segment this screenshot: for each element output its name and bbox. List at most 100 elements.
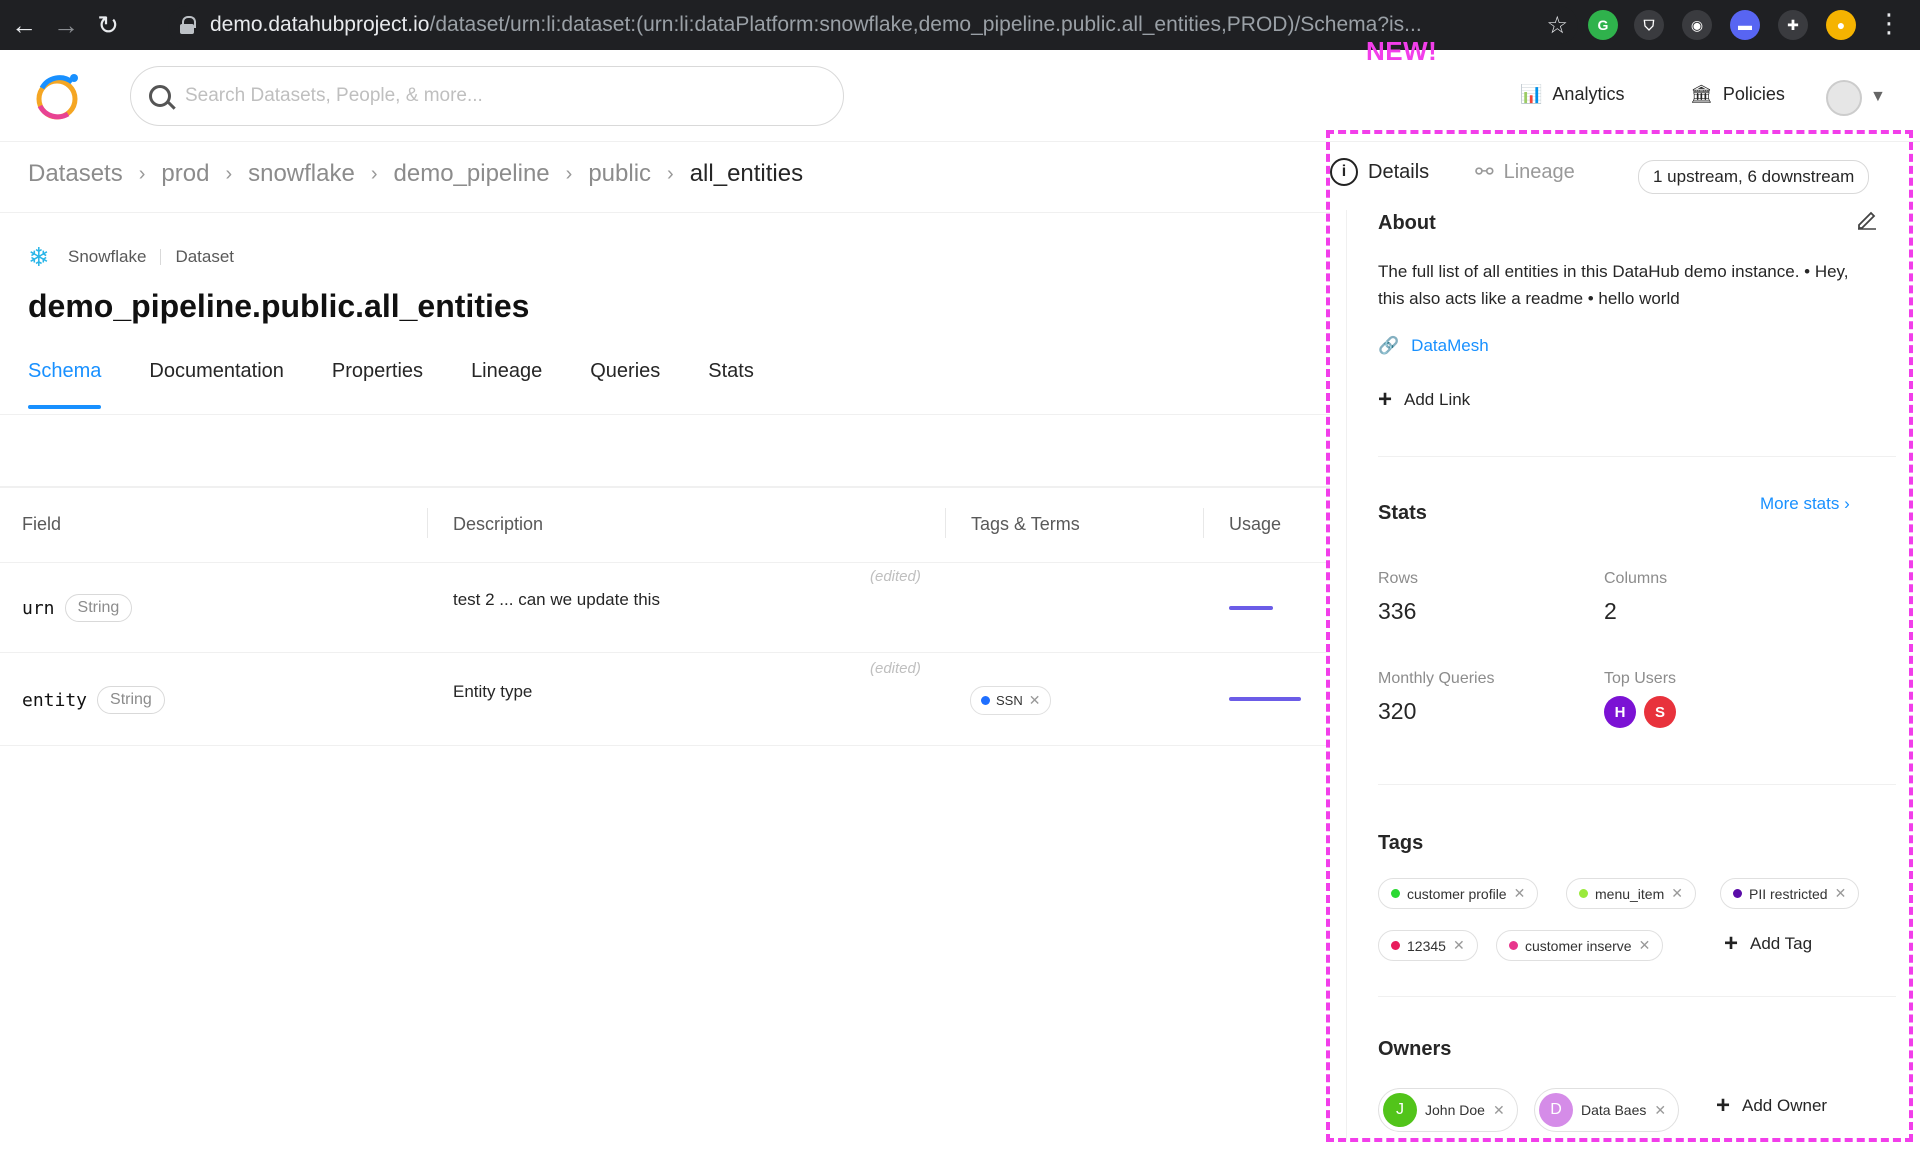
policies-link[interactable]: 🏛 Policies [1690, 84, 1785, 105]
usage-bar [1229, 697, 1301, 701]
analytics-link[interactable]: 📊 Analytics [1520, 84, 1624, 105]
close-icon[interactable]: ✕ [1835, 885, 1847, 902]
column-header-usage[interactable]: Usage [1229, 514, 1281, 535]
avatar[interactable]: H [1604, 696, 1636, 728]
table-row-field[interactable]: entity String [22, 686, 165, 714]
globe-extension-icon[interactable]: ◉ [1682, 10, 1712, 40]
bank-icon: 🏛 [1690, 84, 1713, 104]
sidebar-tab-details[interactable]: i Details [1330, 158, 1429, 186]
back-icon[interactable]: ← [6, 7, 42, 43]
new-badge: NEW! [1366, 36, 1438, 66]
chevron-right-icon: › [565, 162, 573, 185]
column-header-description[interactable]: Description [453, 514, 543, 535]
close-icon[interactable]: ✕ [1453, 937, 1465, 954]
divider [1378, 996, 1896, 997]
owner-pill[interactable]: D Data Baes ✕ [1534, 1088, 1680, 1132]
column-header-field[interactable]: Field [22, 514, 61, 535]
datamesh-link[interactable]: 🔗 DataMesh [1378, 336, 1489, 356]
tab-queries[interactable]: Queries [590, 360, 660, 383]
tag-color-dot [1391, 941, 1400, 950]
forward-icon[interactable]: → [48, 7, 84, 43]
field-description[interactable]: Entity type [453, 682, 532, 702]
tab-lineage[interactable]: Lineage [471, 360, 542, 383]
browser-toolbar: ← → ↻ demo.datahubproject.io /dataset/ur… [0, 0, 1920, 50]
lineage-summary-badge[interactable]: 1 upstream, 6 downstream [1638, 160, 1870, 194]
edit-icon[interactable] [1856, 208, 1878, 230]
field-name: entity [22, 689, 88, 711]
rows-label: Rows [1378, 570, 1419, 587]
chat-extension-icon[interactable]: ▬ [1730, 10, 1760, 40]
bookmark-star-icon[interactable]: ☆ [1546, 11, 1568, 40]
url-path: /dataset/urn:li:dataset:(urn:li:dataPlat… [429, 13, 1422, 36]
tag-pill[interactable]: PII restricted ✕ [1720, 878, 1860, 909]
divider [0, 414, 1330, 415]
owner-pill[interactable]: J John Doe ✕ [1378, 1088, 1518, 1132]
add-owner-button[interactable]: + Add Owner [1716, 1094, 1827, 1118]
entity-tabs: Schema Documentation Properties Lineage … [28, 360, 754, 409]
close-icon[interactable]: ✕ [1639, 937, 1651, 954]
close-icon[interactable]: ✕ [1671, 885, 1683, 902]
column-header-tags-terms[interactable]: Tags & Terms [971, 514, 1080, 535]
sidebar-tab-lineage[interactable]: ⚯ Lineage [1475, 159, 1575, 185]
tab-documentation[interactable]: Documentation [149, 360, 284, 383]
snowflake-icon: ❄ [28, 242, 50, 272]
more-stats-link[interactable]: More stats › [1760, 494, 1850, 514]
shield-extension-icon[interactable]: ⛉ [1634, 10, 1664, 40]
table-top-border [0, 486, 1330, 488]
profile-extension-icon[interactable]: ● [1826, 10, 1856, 40]
tag-pill[interactable]: customer inserve ✕ [1496, 930, 1664, 961]
tag-label: 12345 [1407, 937, 1446, 954]
tab-schema[interactable]: Schema [28, 360, 102, 409]
tag-pill[interactable]: 12345 ✕ [1378, 930, 1478, 961]
close-icon[interactable]: ✕ [1514, 885, 1526, 902]
user-avatar[interactable] [1826, 80, 1862, 116]
divider [1378, 784, 1896, 785]
column-divider [427, 508, 428, 538]
tag-label: menu_item [1595, 885, 1665, 902]
field-description[interactable]: test 2 ... can we update this [453, 590, 660, 610]
glossary-term-pill[interactable]: SSN ✕ [970, 686, 1052, 715]
rows-value: 336 [1378, 598, 1417, 624]
info-icon: i [1330, 158, 1358, 186]
divider [1346, 210, 1347, 1140]
analytics-label: Analytics [1552, 84, 1625, 104]
table-row-field[interactable]: urn String [22, 594, 133, 622]
datahub-logo[interactable] [28, 68, 86, 126]
field-name: urn [22, 597, 55, 619]
add-link-button[interactable]: + Add Link [1378, 388, 1470, 412]
browser-menu-icon[interactable]: ⋮ [1876, 8, 1902, 39]
grammarly-extension-icon[interactable]: G [1588, 10, 1618, 40]
lineage-icon: ⚯ [1475, 159, 1494, 184]
divider [1378, 456, 1896, 457]
tag-pill[interactable]: menu_item ✕ [1566, 878, 1696, 909]
breadcrumb-prod[interactable]: prod [161, 160, 209, 188]
owner-name: John Doe [1425, 1102, 1485, 1118]
tab-stats[interactable]: Stats [708, 360, 754, 383]
row-divider [0, 652, 1330, 653]
close-icon[interactable]: ✕ [1493, 1102, 1505, 1119]
breadcrumb-demo-pipeline[interactable]: demo_pipeline [394, 160, 550, 188]
search-placeholder: Search Datasets, People, & more... [185, 85, 483, 106]
owners-title: Owners [1378, 1038, 1452, 1060]
search-input[interactable]: Search Datasets, People, & more... [130, 66, 844, 126]
chevron-right-icon: › [370, 162, 378, 185]
close-icon[interactable]: ✕ [1029, 692, 1041, 709]
breadcrumb-all-entities: all_entities [689, 160, 804, 187]
tab-properties[interactable]: Properties [332, 360, 423, 383]
type-badge: String [97, 686, 165, 714]
platform-name: Snowflake [68, 247, 147, 266]
add-tag-button[interactable]: + Add Tag [1724, 932, 1812, 956]
breadcrumb-public[interactable]: public [588, 160, 651, 188]
tag-pill[interactable]: customer profile ✕ [1378, 878, 1539, 909]
chevron-right-icon: › [225, 162, 233, 185]
chevron-down-icon[interactable]: ▼ [1870, 88, 1886, 106]
avatar: D [1539, 1093, 1573, 1127]
breadcrumb-datasets[interactable]: Datasets [28, 160, 123, 188]
type-badge: String [64, 594, 133, 622]
close-icon[interactable]: ✕ [1654, 1102, 1666, 1119]
reload-icon[interactable]: ↻ [90, 7, 126, 43]
breadcrumb-snowflake[interactable]: snowflake [248, 160, 355, 188]
about-title: About [1378, 212, 1436, 234]
puzzle-extensions-icon[interactable]: ✚ [1778, 10, 1808, 40]
avatar[interactable]: S [1644, 696, 1676, 728]
